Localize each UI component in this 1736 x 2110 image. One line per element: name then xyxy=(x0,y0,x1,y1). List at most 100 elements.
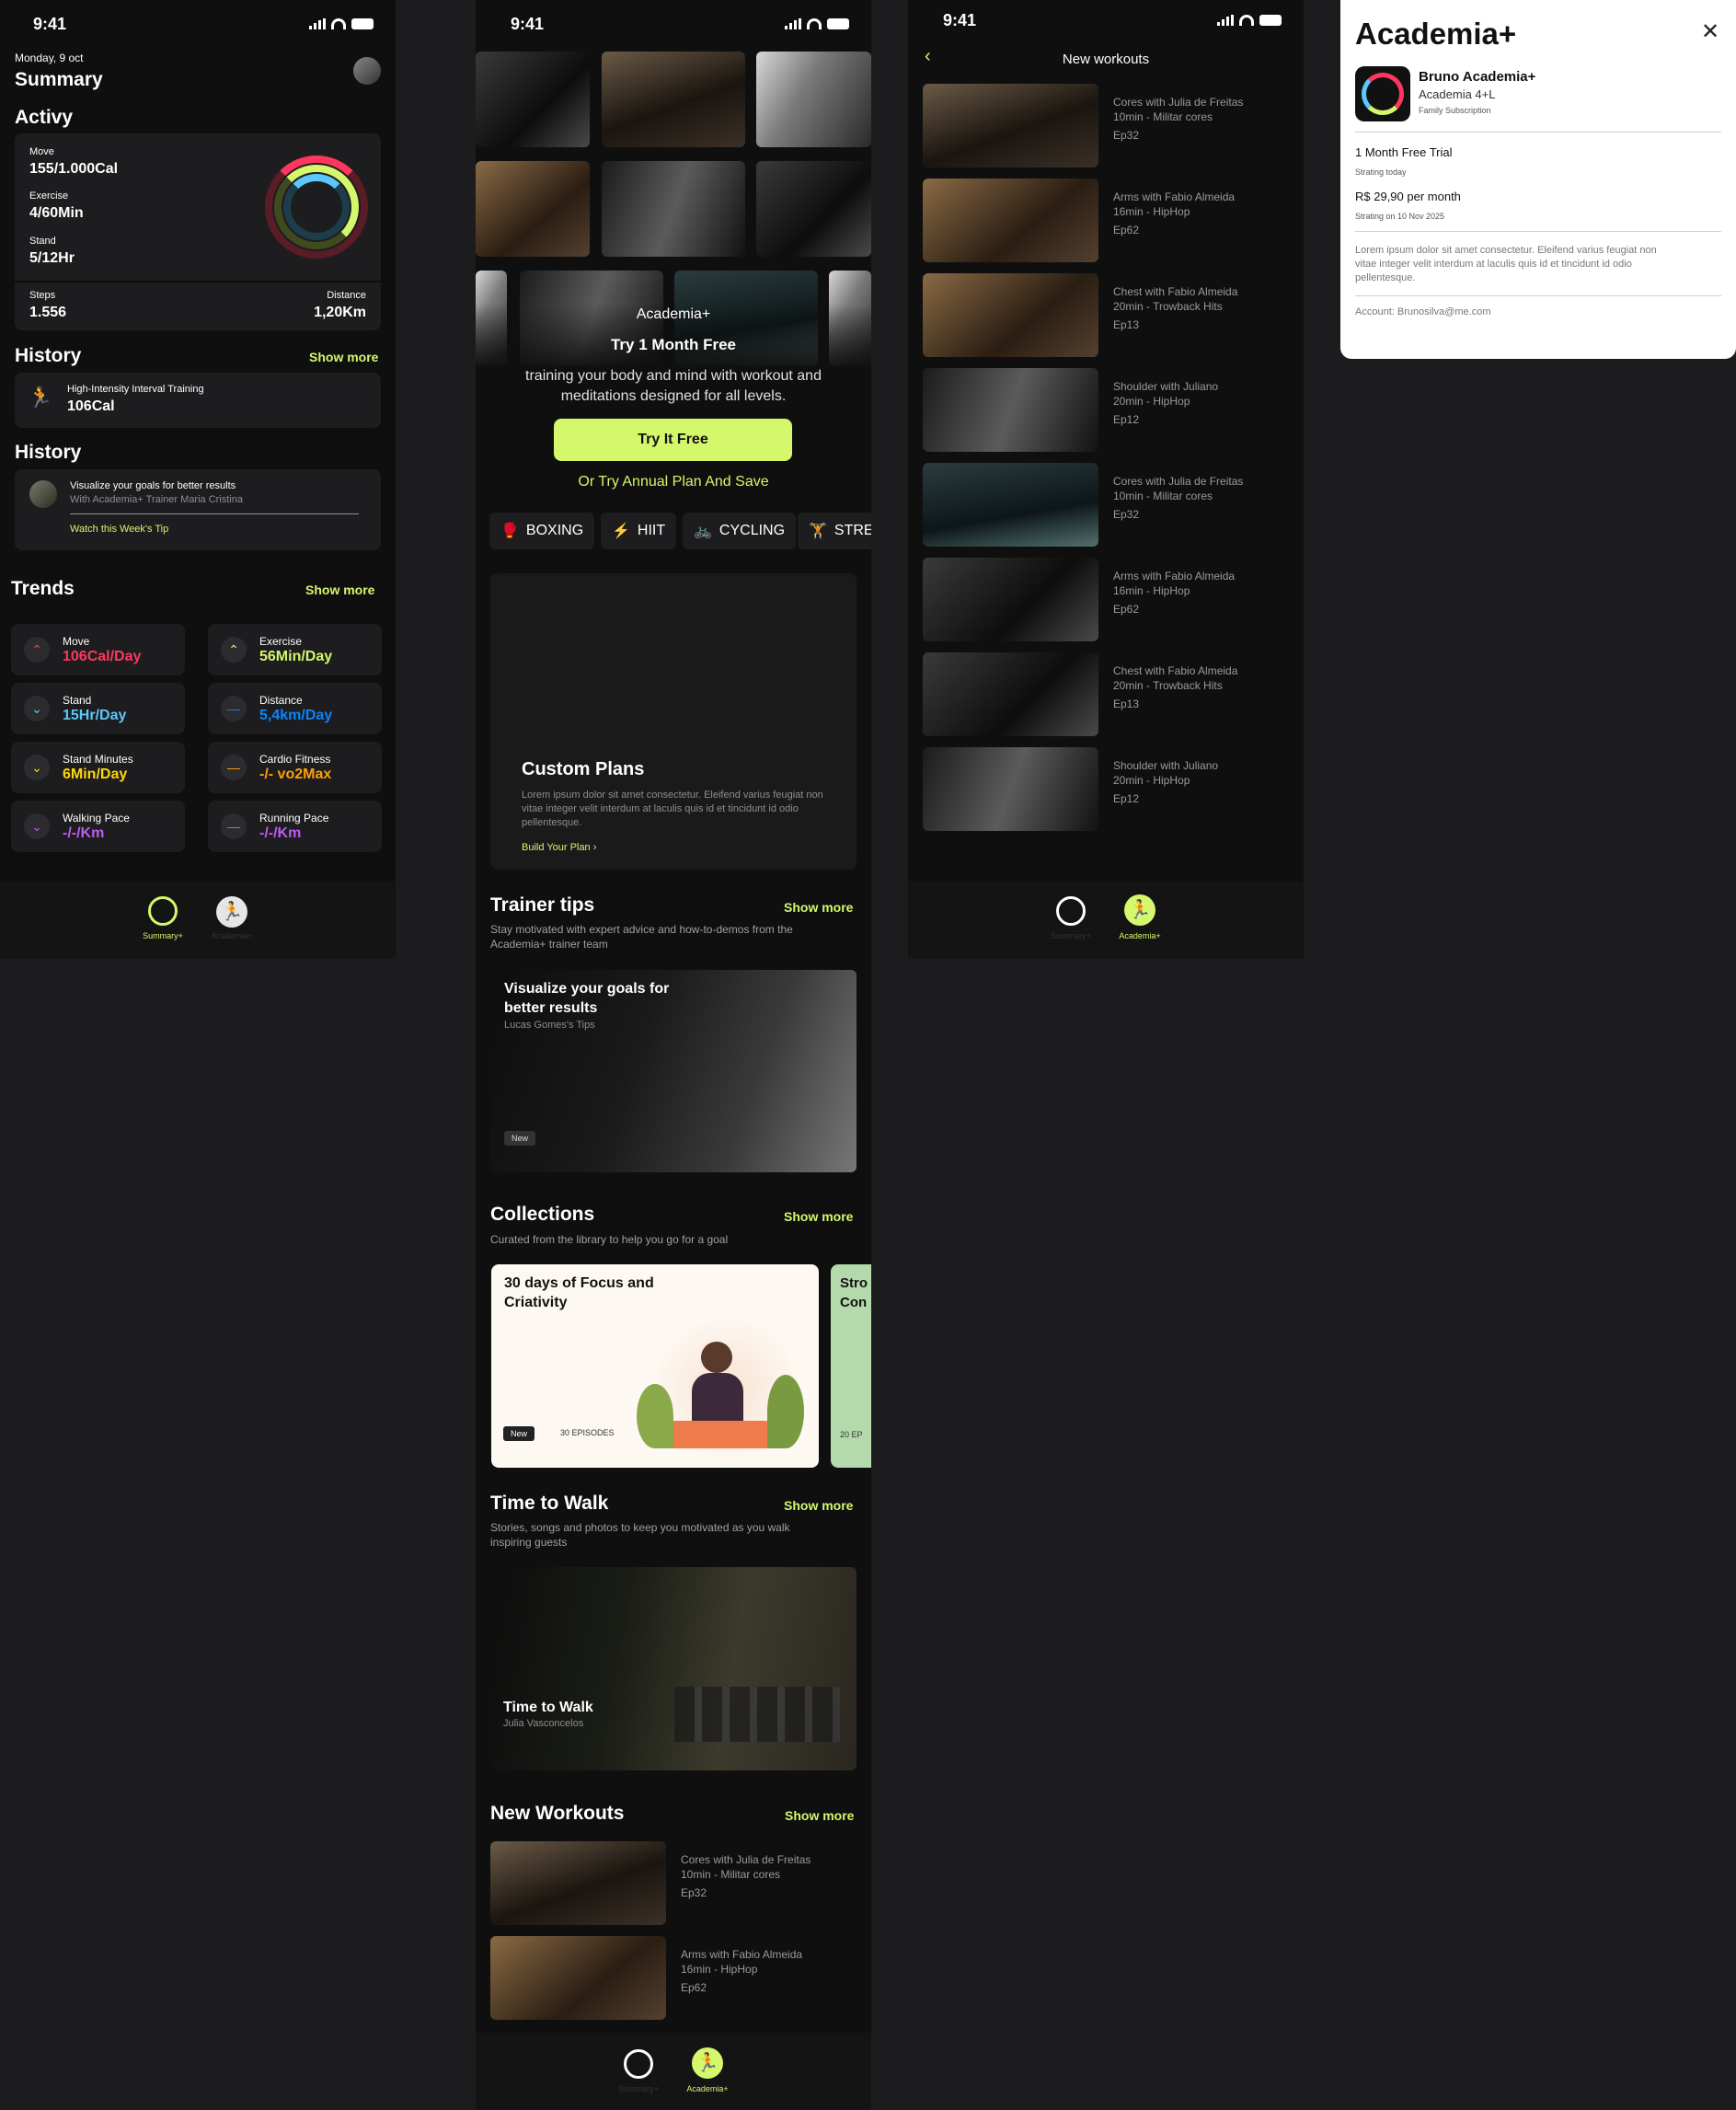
summary-tab-icon[interactable] xyxy=(1056,896,1086,926)
tab-summary[interactable]: Summary+ xyxy=(1034,931,1108,940)
time-to-walk-card[interactable]: Time to Walk Julia Vasconcelos xyxy=(490,1567,857,1770)
tip-card[interactable]: Visualize your goals for better results … xyxy=(15,469,381,550)
treadmill-image xyxy=(674,1687,840,1742)
trend-card[interactable]: ⌄ Walking Pace -/-/Km xyxy=(11,801,185,852)
collection-card[interactable]: 30 days of Focus and Criativity New 30 E… xyxy=(491,1264,819,1468)
tab-summary[interactable]: Summary+ xyxy=(126,931,200,940)
steps-value: 1.556 xyxy=(29,305,67,320)
trend-value: 6Min/Day xyxy=(63,767,128,782)
trend-card[interactable]: — Distance 5,4km/Day xyxy=(208,683,382,734)
watch-tip-link[interactable]: Watch this Week's Tip xyxy=(70,524,168,535)
collection-title: Stro Con xyxy=(840,1275,868,1310)
history-show-more[interactable]: Show more xyxy=(309,350,378,364)
new-workouts-show-more[interactable]: Show more xyxy=(785,1808,854,1823)
meditation-illustration xyxy=(657,1421,778,1448)
workout-thumbnail[interactable] xyxy=(923,179,1098,262)
summary-tab-icon[interactable] xyxy=(624,2049,653,2079)
try-free-button[interactable]: Try It Free xyxy=(554,419,792,461)
trend-card[interactable]: ⌄ Stand Minutes 6Min/Day xyxy=(11,742,185,793)
status-time: 9:41 xyxy=(511,15,545,33)
workout-ep: Ep13 xyxy=(1113,698,1140,710)
trend-label: Move xyxy=(63,635,90,648)
battery-icon xyxy=(1259,15,1282,26)
trend-card[interactable]: ⌄ Stand 15Hr/Day xyxy=(11,683,185,734)
workout-thumbnail[interactable] xyxy=(490,1936,666,2020)
trend-label: Stand xyxy=(63,694,92,707)
workout-meta: 20min - HipHop xyxy=(1113,395,1190,408)
leaf-icon xyxy=(767,1375,804,1448)
workout-meta: 16min - HipHop xyxy=(1113,584,1190,597)
time-to-walk-subtitle: Stories, songs and photos to keep you mo… xyxy=(490,1521,790,1549)
trend-card[interactable]: — Running Pace -/-/Km xyxy=(208,801,382,852)
promo-brand: Academia+ xyxy=(636,306,711,322)
battery-icon xyxy=(827,18,849,29)
workout-meta: 16min - HipHop xyxy=(1113,205,1190,218)
chevron-up-icon: ⌃ xyxy=(221,637,247,663)
hero-photo xyxy=(476,52,590,147)
workout-thumbnail[interactable] xyxy=(490,1841,666,1925)
trend-card[interactable]: — Cardio Fitness -/- vo2Max xyxy=(208,742,382,793)
trend-value: 56Min/Day xyxy=(259,649,333,664)
workout-thumbnail[interactable] xyxy=(923,652,1098,736)
status-icons xyxy=(1217,15,1282,26)
avatar[interactable] xyxy=(353,57,381,85)
chip-boxing[interactable]: 🥊 BOXING xyxy=(489,513,595,549)
workout-thumbnail[interactable] xyxy=(923,368,1098,452)
trainer-tip-card[interactable]: Visualize your goals for better results … xyxy=(490,970,857,1172)
episode-count: 20 EP xyxy=(840,1430,863,1439)
bike-icon: 🚲 xyxy=(694,524,712,539)
chip-hiit[interactable]: ⚡ HIIT xyxy=(601,513,677,549)
trend-label: Exercise xyxy=(259,635,303,648)
workout-meta: 20min - Trowback Hits xyxy=(1113,679,1223,692)
status-time: 9:41 xyxy=(33,15,67,33)
hero-photo xyxy=(602,161,745,257)
build-plan-link[interactable]: Build Your Plan › xyxy=(522,842,596,853)
academia-tab-icon[interactable]: 🏃 xyxy=(692,2047,723,2079)
workout-ep: Ep62 xyxy=(1113,603,1140,616)
workout-meta: 16min - HipHop xyxy=(681,1963,758,1976)
new-workouts-title: New Workouts xyxy=(490,1803,625,1824)
workout-ep: Ep62 xyxy=(1113,224,1140,236)
trend-value: -/-/Km xyxy=(63,825,105,841)
workout-meta: 10min - Militar cores xyxy=(1113,110,1213,123)
custom-plans-card[interactable]: Custom Plans Lorem ipsum dolor sit amet … xyxy=(490,573,857,870)
trainer-tips-show-more[interactable]: Show more xyxy=(784,900,853,915)
leaf-icon xyxy=(637,1384,673,1448)
workout-thumbnail[interactable] xyxy=(923,463,1098,547)
trend-card[interactable]: ⌃ Move 106Cal/Day xyxy=(11,624,185,675)
workout-thumbnail[interactable] xyxy=(923,558,1098,641)
academia-tab-icon[interactable]: 🏃 xyxy=(216,896,247,928)
tab-academia[interactable]: Academia+ xyxy=(1103,931,1177,940)
trends-title: Trends xyxy=(11,578,75,599)
tab-academia[interactable]: Academia+ xyxy=(195,931,269,940)
meditation-illustration xyxy=(692,1373,743,1428)
new-workouts-screen: 9:41 ‹ New workouts Cores with Julia de … xyxy=(908,0,1304,959)
trends-show-more[interactable]: Show more xyxy=(305,582,374,597)
history-item[interactable]: 🏃 High-Intensity Interval Training 106Ca… xyxy=(15,373,381,428)
activity-card[interactable]: Move 155/1.000Cal Exercise 4/60Min Stand… xyxy=(15,133,381,330)
trend-card[interactable]: ⌃ Exercise 56Min/Day xyxy=(208,624,382,675)
exercise-value: 4/60Min xyxy=(29,205,84,221)
history-title: History xyxy=(15,345,82,366)
close-icon[interactable]: ✕ xyxy=(1701,18,1719,45)
time-to-walk-show-more[interactable]: Show more xyxy=(784,1498,853,1513)
status-time: 9:41 xyxy=(943,11,977,29)
workout-thumbnail[interactable] xyxy=(923,273,1098,357)
chip-strength[interactable]: 🏋 STRE xyxy=(798,513,871,549)
workout-thumbnail[interactable] xyxy=(923,84,1098,167)
workout-thumbnail[interactable] xyxy=(923,747,1098,831)
academia-tab-icon[interactable]: 🏃 xyxy=(1124,894,1155,926)
chip-cycling[interactable]: 🚲 CYCLING xyxy=(683,513,797,549)
academia-screen: 9:41 Academia+ Try 1 Month Free training… xyxy=(476,0,871,2110)
workout-name: Cores with Julia de Freitas xyxy=(1113,475,1244,488)
workout-ep: Ep12 xyxy=(1113,413,1140,426)
tab-summary[interactable]: Summary+ xyxy=(602,2084,675,2093)
tab-academia[interactable]: Academia+ xyxy=(671,2084,744,2093)
annual-plan-link[interactable]: Or Try Annual Plan And Save xyxy=(476,474,871,490)
collection-title: 30 days of Focus and Criativity xyxy=(504,1275,654,1310)
trend-label: Walking Pace xyxy=(63,812,130,824)
collections-show-more[interactable]: Show more xyxy=(784,1209,853,1224)
collection-card[interactable]: Stro Con 20 EP xyxy=(831,1264,871,1468)
summary-tab-icon[interactable] xyxy=(148,896,178,926)
workout-ep: Ep32 xyxy=(1113,508,1140,521)
